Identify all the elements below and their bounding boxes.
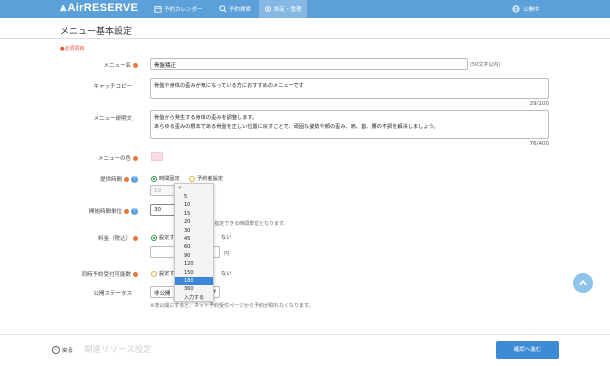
dropdown-option[interactable]: 60: [175, 243, 213, 251]
help-icon[interactable]: ?: [131, 208, 138, 215]
description-line: 骨盤から発生する身体の歪みを調整します。: [154, 115, 258, 121]
duration-select[interactable]: 10: [150, 185, 176, 196]
logo-mark-icon: ⩓: [60, 2, 67, 14]
required-dot-icon: [133, 236, 138, 241]
concurrent-none-radio[interactable]: ない: [221, 270, 231, 277]
chevron-left-icon: ‹: [52, 346, 60, 354]
description-label: メニュー説明文: [93, 116, 132, 122]
description-counter: 76/400: [529, 141, 549, 147]
nav-label: 予約検索: [229, 7, 252, 13]
dropdown-option[interactable]: 15: [175, 210, 213, 218]
catch-copy-counter: 29/100: [529, 101, 549, 107]
label-text: メニュー名: [103, 63, 131, 69]
divider: [0, 38, 610, 39]
label-text: 料金（税込）: [97, 236, 131, 242]
nav-settings-management[interactable]: 設定・管理: [259, 0, 307, 18]
status-label: 公開ステータス: [93, 291, 132, 297]
nav-reservation-search[interactable]: 予約検索: [219, 5, 251, 13]
duration-fixed-radio[interactable]: 時間固定: [151, 175, 180, 182]
publish-status-label: 公開中: [523, 7, 540, 13]
dropdown-option[interactable]: 20: [175, 218, 213, 226]
label-text: メニューの色: [97, 156, 131, 162]
nav-label: 予約カレンダー: [164, 7, 203, 13]
app-logo[interactable]: ⩓AirRESERVE: [60, 2, 138, 15]
radio-label: 時間固定: [159, 176, 180, 182]
dropdown-option[interactable]: 90: [175, 252, 213, 260]
color-label: メニューの色: [48, 154, 138, 162]
catch-copy-textarea[interactable]: 骨盤や身体の歪みが気になっている方におすすめのメニューです: [150, 78, 549, 99]
logo-text: AirRESERVE: [67, 2, 139, 14]
status-hint: ※非公開にすると、ネット予約受付ページから予約が取れなくなります。: [150, 303, 314, 309]
globe-icon: [512, 5, 520, 13]
nav-reservation-calendar[interactable]: 予約カレンダー: [154, 5, 203, 13]
interval-label: 開始時間単位?: [48, 207, 138, 215]
scroll-top-button[interactable]: [573, 273, 593, 293]
dropdown-option[interactable]: 120: [175, 260, 213, 268]
back-label: 戻る: [62, 348, 74, 354]
page-title: メニュー基本設定: [60, 27, 133, 37]
menu-color-swatch[interactable]: [151, 152, 163, 161]
dropdown-option[interactable]: 150: [175, 269, 213, 277]
help-icon[interactable]: ?: [131, 176, 138, 183]
check-icon: ✓: [178, 185, 183, 191]
radio-label: ない: [221, 235, 232, 241]
dropdown-option[interactable]: 10: [175, 201, 213, 209]
radio-selected-icon: [151, 175, 157, 182]
status-value: 非公開: [154, 291, 171, 297]
nav-label: 設定・管理: [274, 7, 302, 13]
duration-customer-radio[interactable]: 予約者設定: [189, 175, 223, 182]
dropdown-option[interactable]: 360: [175, 285, 213, 293]
interval-select[interactable]: 30: [150, 204, 176, 216]
next-section-ghost-title: 関連リソース設定: [84, 345, 152, 355]
radio-label: 予約者設定: [197, 176, 223, 182]
search-icon: [219, 5, 227, 13]
catch-copy-label: キャッチコピー: [93, 84, 132, 90]
dropdown-option[interactable]: 30: [175, 227, 213, 235]
top-navigation-bar: ⩓AirRESERVE 予約カレンダー 予約検索 設定・管理 公開中: [0, 0, 610, 18]
required-note: ●必須項目: [60, 46, 85, 52]
publish-status-menu[interactable]: 公開中: [512, 5, 540, 13]
description-line: あらゆる歪みの根本である骨盤を正しい位置に戻すことで、頑固な姿勢や顔の歪み、肩、…: [154, 124, 439, 130]
dropdown-option[interactable]: 入力する: [175, 294, 213, 302]
label-text: 開始時間単位: [88, 209, 122, 215]
chevron-up-icon: [579, 279, 587, 286]
label-text: 提供時間: [99, 177, 122, 183]
radio-label: ない: [221, 271, 232, 277]
radio-selected-icon: [151, 234, 157, 241]
duration-label: 提供時間?: [48, 175, 138, 183]
required-dot-icon: [133, 272, 138, 277]
proceed-to-confirm-button[interactable]: 確認へ進む: [496, 341, 559, 359]
description-textarea[interactable]: 骨盤から発生する身体の歪みを調整します。 あらゆる歪みの根本である骨盤を正しい位…: [150, 110, 549, 139]
concurrent-label: 同時予約受付可能数: [48, 270, 138, 278]
dropdown-option-selected[interactable]: 180: [175, 276, 213, 286]
gear-icon: [265, 6, 271, 12]
label-text: 同時予約受付可能数: [81, 272, 131, 278]
required-dot-icon: [133, 63, 138, 68]
price-unit: 円: [224, 251, 230, 257]
duration-options-dropdown[interactable]: ✓ 5 10 15 20 30 45 60 90 120 150 180 360…: [174, 183, 214, 302]
required-dot-icon: [124, 177, 129, 182]
interval-hint: ※お客様が予約の開始時間を指定できる時間単位となります。: [189, 221, 289, 227]
dropdown-option[interactable]: 5: [175, 193, 213, 201]
dropdown-option[interactable]: 45: [175, 235, 213, 243]
required-dot-icon: [124, 209, 129, 214]
radio-unselected-icon: [189, 175, 195, 182]
menu-name-input[interactable]: 骨盤矯正: [150, 58, 468, 70]
menu-name-hint: (50文字以内): [470, 62, 501, 68]
price-label: 料金（税込）: [48, 234, 138, 242]
back-button[interactable]: ‹ 戻る: [52, 346, 73, 354]
required-dot-icon: [133, 156, 138, 161]
radio-unselected-icon: [151, 270, 157, 277]
price-none-radio[interactable]: ない: [221, 234, 231, 241]
menu-name-label: メニュー名: [48, 61, 138, 69]
calendar-icon: [154, 6, 162, 13]
